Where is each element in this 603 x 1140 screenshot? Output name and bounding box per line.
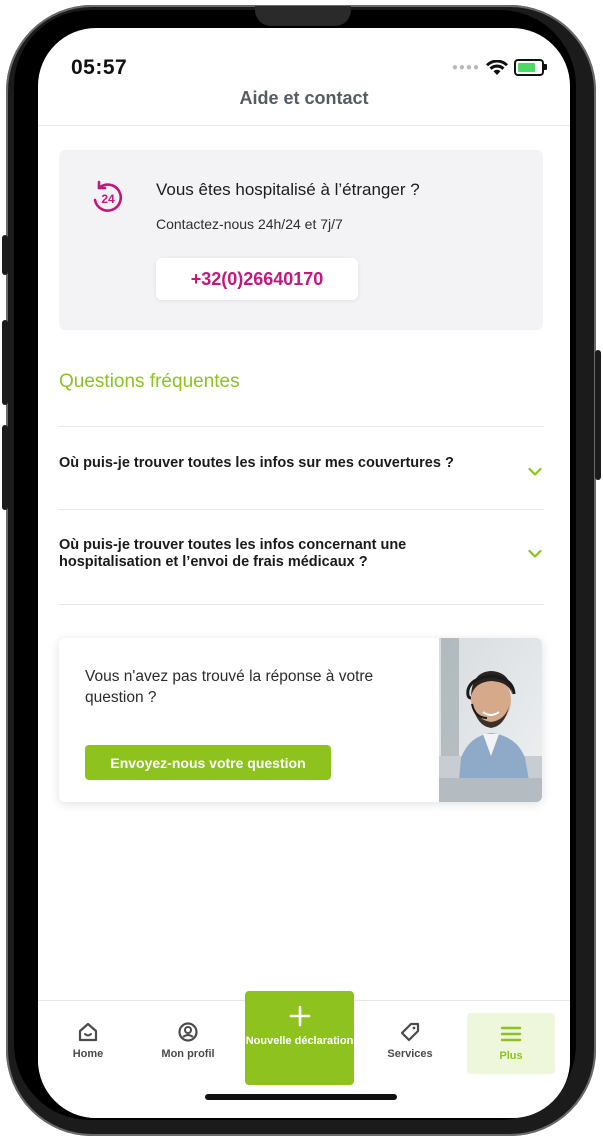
page-title: Aide et contact xyxy=(239,88,369,108)
app-screen: 05:57 ●●●● Aide et contact 24 Vous êtes … xyxy=(38,28,570,1118)
tab-services[interactable]: Services xyxy=(370,1021,450,1060)
status-time: 05:57 xyxy=(71,56,128,79)
tab-profile-label: Mon profil xyxy=(161,1048,215,1060)
mute-switch xyxy=(2,235,8,275)
tab-home-label: Home xyxy=(72,1048,104,1060)
contact-prompt: Vous n'avez pas trouvé la réponse à votr… xyxy=(85,668,374,706)
tab-more[interactable]: Plus xyxy=(467,1013,555,1074)
chevron-down-icon xyxy=(528,467,542,476)
emergency-title: Vous êtes hospitalisé à l’étranger ? xyxy=(156,180,420,199)
tag-icon xyxy=(400,1022,420,1042)
home-icon xyxy=(78,1022,98,1042)
send-question-button[interactable]: Envoyez-nous votre question xyxy=(85,745,331,780)
volume-up-button xyxy=(2,320,8,405)
24h-icon: 24 xyxy=(93,180,123,212)
support-agent-photo xyxy=(439,638,542,802)
faq-divider xyxy=(59,604,544,605)
home-indicator xyxy=(205,1094,397,1100)
svg-text:24: 24 xyxy=(101,192,115,206)
wifi-icon xyxy=(486,59,508,75)
faq-divider xyxy=(59,509,544,510)
faq-question: Où puis-je trouver toutes les infos conc… xyxy=(59,537,407,570)
faq-item[interactable]: Où puis-je trouver toutes les infos conc… xyxy=(59,537,544,571)
tab-bar: Home Mon profil Nouvelle déclaration Ser… xyxy=(38,991,570,1118)
power-button xyxy=(595,350,601,480)
faq-heading: Questions fréquentes xyxy=(59,371,240,392)
faq-divider xyxy=(59,426,544,427)
emergency-subtitle: Contactez-nous 24h/24 et 7j/7 xyxy=(156,216,343,232)
battery-icon xyxy=(514,59,547,76)
tab-services-label: Services xyxy=(387,1048,433,1060)
faq-question: Où puis-je trouver toutes les infos sur … xyxy=(59,455,454,471)
contact-card: Vous n'avez pas trouvé la réponse à votr… xyxy=(59,638,542,802)
volume-down-button xyxy=(2,425,8,510)
chevron-down-icon xyxy=(528,549,542,558)
speaker-notch xyxy=(255,6,351,26)
tab-home[interactable]: Home xyxy=(48,1021,128,1060)
header-divider xyxy=(38,125,570,126)
status-icons: ●●●● xyxy=(451,59,547,76)
tab-more-label: Plus xyxy=(499,1050,523,1062)
signal-dots-icon: ●●●● xyxy=(451,62,480,73)
faq-item[interactable]: Où puis-je trouver toutes les infos sur … xyxy=(59,455,544,476)
menu-icon xyxy=(500,1026,522,1042)
new-declaration-label: Nouvelle déclaration xyxy=(245,1035,354,1047)
phone-number-button[interactable]: +32(0)26640170 xyxy=(156,258,358,300)
emergency-contact-card: 24 Vous êtes hospitalisé à l’étranger ? … xyxy=(59,150,543,330)
profile-icon xyxy=(178,1022,198,1042)
plus-icon xyxy=(289,1005,310,1027)
new-declaration-button[interactable]: Nouvelle déclaration xyxy=(245,991,354,1085)
tab-profile[interactable]: Mon profil xyxy=(148,1021,228,1060)
